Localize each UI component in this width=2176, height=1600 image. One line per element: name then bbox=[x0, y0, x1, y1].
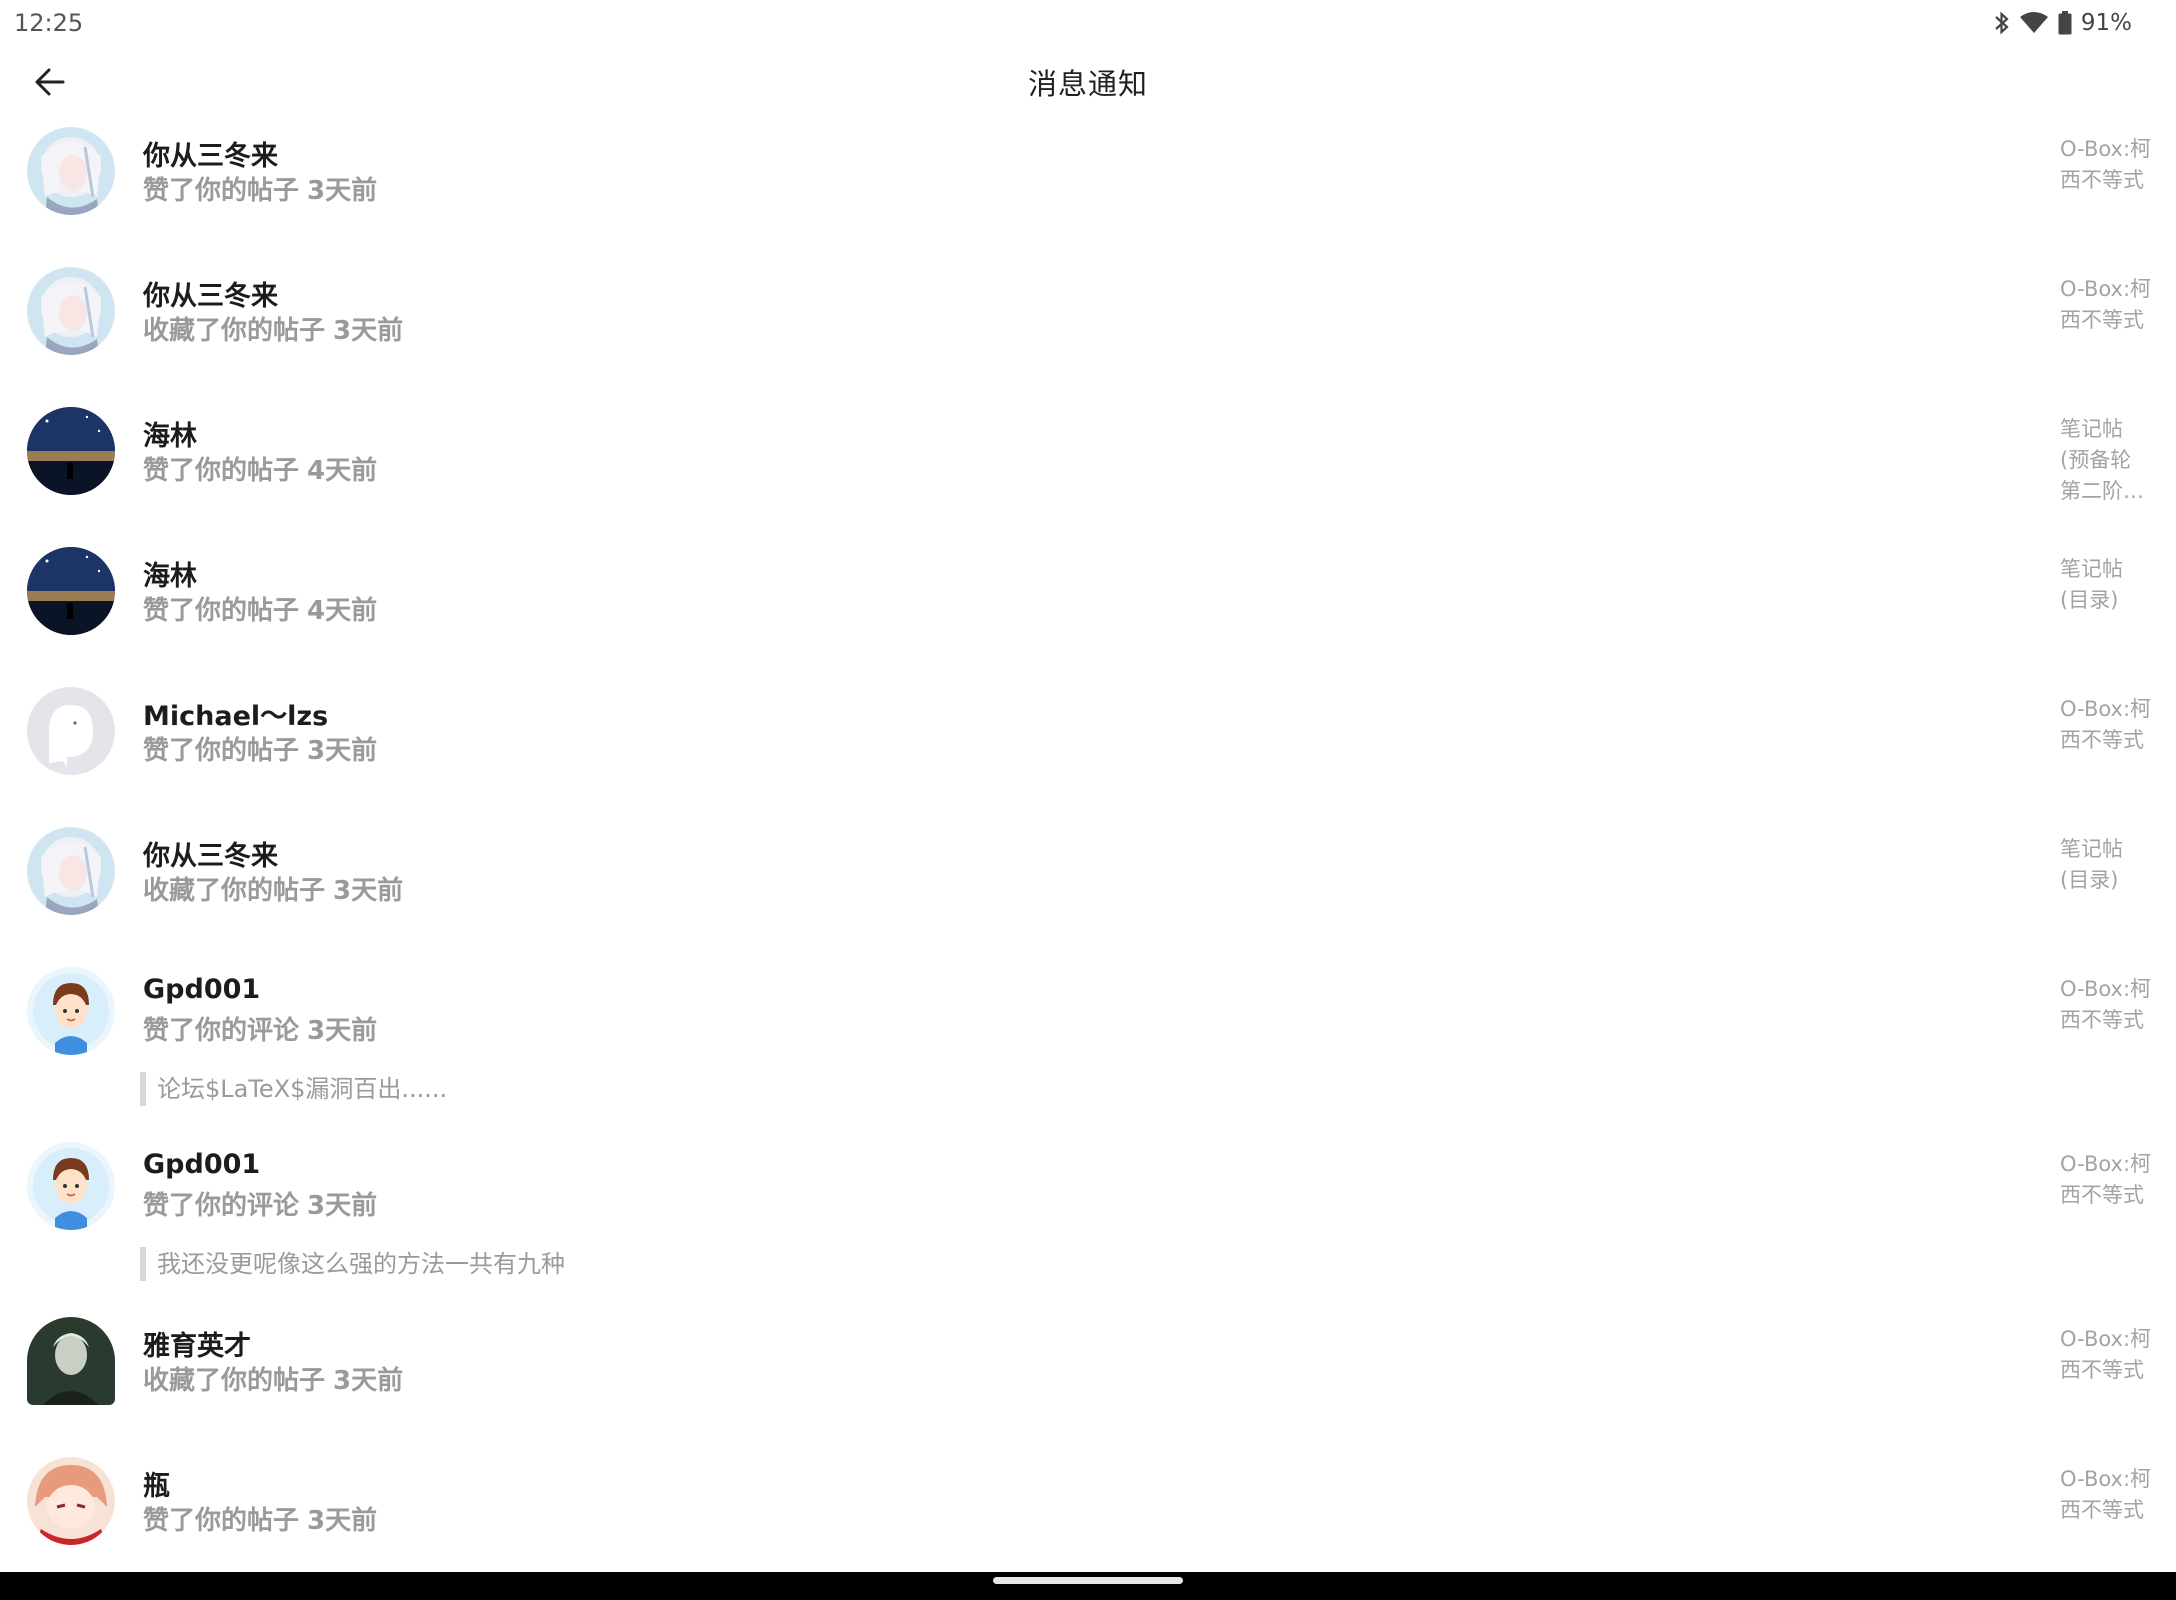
post-title[interactable]: O-Box:柯 西不等式 bbox=[2060, 974, 2160, 1036]
action-text: 赞了你的帖子 3天前 bbox=[143, 1506, 378, 1536]
notification-item[interactable]: 雅育英才 收藏了你的帖子 3天前 O-Box:柯 西不等式 bbox=[0, 1308, 2176, 1448]
notification-item[interactable]: Michael～lzs 赞了你的帖子 3天前 O-Box:柯 西不等式 bbox=[0, 678, 2176, 818]
comment-quote[interactable]: 论坛$LaTeX$漏洞百出...... bbox=[140, 1072, 447, 1106]
wifi-icon bbox=[2019, 11, 2049, 35]
avatar[interactable] bbox=[27, 127, 115, 215]
notification-item[interactable]: Gpd001 赞了你的评论 3天前 论坛$LaTeX$漏洞百出...... O-B… bbox=[0, 958, 2176, 1133]
system-nav-bar bbox=[0, 1572, 2176, 1600]
battery-icon bbox=[2057, 10, 2073, 36]
action-text: 收藏了你的帖子 3天前 bbox=[143, 316, 404, 346]
action-text: 赞了你的帖子 4天前 bbox=[143, 456, 378, 486]
status-bar: 12:25 91% bbox=[0, 0, 2176, 46]
action-text: 收藏了你的帖子 3天前 bbox=[143, 1366, 404, 1396]
user-name[interactable]: 你从三冬来 bbox=[143, 834, 278, 873]
user-name[interactable]: Michael～lzs bbox=[143, 694, 328, 733]
user-name[interactable]: 海林 bbox=[143, 414, 197, 453]
avatar[interactable] bbox=[27, 1457, 115, 1545]
user-name[interactable]: Gpd001 bbox=[143, 1149, 260, 1180]
bluetooth-icon bbox=[1993, 10, 2011, 36]
status-time: 12:25 bbox=[14, 9, 84, 37]
avatar[interactable] bbox=[27, 267, 115, 355]
user-name[interactable]: 海林 bbox=[143, 554, 197, 593]
user-name[interactable]: 你从三冬来 bbox=[143, 274, 278, 313]
battery-level: 91% bbox=[2080, 10, 2132, 36]
action-text: 收藏了你的帖子 3天前 bbox=[143, 876, 404, 906]
post-title[interactable]: 笔记帖 (预备轮 第二阶… bbox=[2060, 414, 2160, 507]
user-name[interactable]: Gpd001 bbox=[143, 974, 260, 1005]
action-text: 赞了你的帖子 3天前 bbox=[143, 736, 378, 766]
user-name[interactable]: 瓶 bbox=[143, 1464, 170, 1503]
avatar[interactable] bbox=[27, 827, 115, 915]
notification-item[interactable]: 你从三冬来 收藏了你的帖子 3天前 O-Box:柯 西不等式 bbox=[0, 258, 2176, 398]
back-button[interactable] bbox=[28, 60, 72, 104]
notification-item[interactable]: 你从三冬来 赞了你的帖子 3天前 O-Box:柯 西不等式 bbox=[0, 118, 2176, 258]
post-title[interactable]: 笔记帖 (目录) bbox=[2060, 834, 2160, 896]
post-title[interactable]: O-Box:柯 西不等式 bbox=[2060, 1464, 2160, 1526]
user-name[interactable]: 雅育英才 bbox=[143, 1324, 251, 1363]
user-name[interactable]: 你从三冬来 bbox=[143, 134, 278, 173]
avatar[interactable] bbox=[27, 1317, 115, 1405]
avatar[interactable] bbox=[27, 687, 115, 775]
post-title[interactable]: O-Box:柯 西不等式 bbox=[2060, 134, 2160, 196]
post-title[interactable]: 笔记帖 (目录) bbox=[2060, 554, 2160, 616]
notification-list[interactable]: 你从三冬来 赞了你的帖子 3天前 O-Box:柯 西不等式 你从三冬来 收藏了你的帖… bbox=[0, 118, 2176, 1588]
avatar[interactable] bbox=[27, 547, 115, 635]
page-title: 消息通知 bbox=[1027, 67, 1148, 101]
action-text: 赞了你的评论 3天前 bbox=[143, 1191, 378, 1221]
home-gesture-handle[interactable] bbox=[993, 1577, 1183, 1584]
status-icons: 91% bbox=[1993, 10, 2162, 36]
post-title[interactable]: O-Box:柯 西不等式 bbox=[2060, 1324, 2160, 1386]
notification-item[interactable]: 你从三冬来 收藏了你的帖子 3天前 笔记帖 (目录) bbox=[0, 818, 2176, 958]
avatar[interactable] bbox=[27, 1142, 115, 1230]
comment-quote[interactable]: 我还没更呢像这么强的方法一共有九种 bbox=[140, 1247, 565, 1281]
avatar[interactable] bbox=[27, 967, 115, 1055]
arrow-left-icon bbox=[35, 68, 65, 96]
post-title[interactable]: O-Box:柯 西不等式 bbox=[2060, 694, 2160, 756]
notification-item[interactable]: 瓶 赞了你的帖子 3天前 O-Box:柯 西不等式 bbox=[0, 1448, 2176, 1588]
notification-item[interactable]: Gpd001 赞了你的评论 3天前 我还没更呢像这么强的方法一共有九种 O-Box… bbox=[0, 1133, 2176, 1308]
post-title[interactable]: O-Box:柯 西不等式 bbox=[2060, 274, 2160, 336]
notification-item[interactable]: 海林 赞了你的帖子 4天前 笔记帖 (目录) bbox=[0, 538, 2176, 678]
notification-item[interactable]: 海林 赞了你的帖子 4天前 笔记帖 (预备轮 第二阶… bbox=[0, 398, 2176, 538]
action-text: 赞了你的帖子 3天前 bbox=[143, 176, 378, 206]
avatar[interactable] bbox=[27, 407, 115, 495]
app-bar: 消息通知 bbox=[0, 46, 2176, 118]
action-text: 赞了你的评论 3天前 bbox=[143, 1016, 378, 1046]
action-text: 赞了你的帖子 4天前 bbox=[143, 596, 378, 626]
post-title[interactable]: O-Box:柯 西不等式 bbox=[2060, 1149, 2160, 1211]
